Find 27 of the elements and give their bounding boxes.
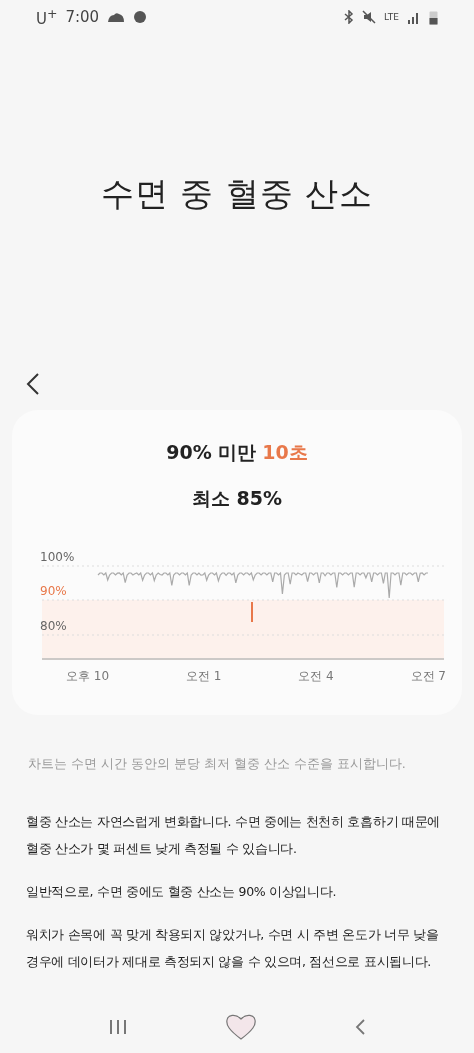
axis-label: 80% bbox=[40, 619, 67, 633]
carrier: U$^{+}$ bbox=[36, 6, 58, 28]
axis-label: 오전 4 bbox=[298, 668, 334, 685]
back-icon[interactable] bbox=[26, 372, 40, 396]
info-paragraph: 혈중 산소는 자연스럽게 변화합니다. 수면 중에는 천천히 호흡하기 때문에 혈중 산소가 몇 퍼센트 낮게 측정될 수 있습니다. bbox=[26, 812, 442, 858]
threshold-label: 90% 미만 bbox=[166, 440, 257, 465]
page-title: 수면 중 혈중 산소 bbox=[100, 172, 374, 215]
recent-apps-icon[interactable] bbox=[108, 1019, 129, 1035]
battery-icon bbox=[429, 9, 438, 25]
info-paragraph: 일반적으로, 수면 중에도 혈중 산소는 90% 이상입니다. bbox=[26, 882, 338, 901]
network-label: LTE bbox=[384, 12, 399, 22]
axis-label: 90% bbox=[40, 584, 67, 598]
chart-caption: 차트는 수면 시간 동안의 분당 최저 혈중 산소 수준을 표시합니다. bbox=[28, 755, 407, 773]
heart-icon[interactable] bbox=[225, 1013, 257, 1041]
axis-label: 오전 1 bbox=[185, 668, 222, 685]
axis-label: 오전 7 bbox=[410, 668, 446, 685]
cloud-icon bbox=[107, 12, 126, 22]
mute-icon bbox=[362, 10, 377, 24]
bluetooth-icon bbox=[344, 10, 355, 24]
threshold-value: 10초 bbox=[262, 440, 308, 465]
axis-label: 100% bbox=[40, 550, 75, 564]
info-paragraph: 워치가 손목에 꼭 맞게 착용되지 않았거나, 수면 시 주변 온도가 너무 낮을 경우에 데이터가 제대로 측정되지 않을 수 있으며, 점선으로 표시됩니다. bbox=[26, 925, 440, 971]
axis-label: 오후 10 bbox=[66, 668, 110, 685]
minimum-value: 최소 85% bbox=[191, 486, 283, 511]
clock: 7:00 bbox=[65, 8, 100, 26]
signal-icon bbox=[407, 10, 421, 24]
circle-icon bbox=[133, 10, 148, 24]
